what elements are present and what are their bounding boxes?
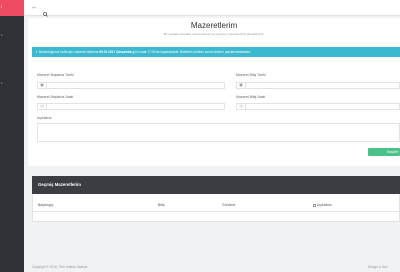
column-header-end[interactable]: Bitiş — [158, 203, 165, 207]
column-header-description[interactable]: Açıklama — [313, 203, 331, 207]
search-icon[interactable] — [43, 5, 48, 17]
sidebar-item-2[interactable]: li — [1, 81, 2, 85]
start-date-label: Mazeret Başlama Tarihi — [37, 73, 74, 77]
sidebar: i k li — [0, 0, 24, 272]
description-textarea[interactable] — [37, 123, 400, 142]
sidebar-item-1[interactable]: k — [1, 33, 3, 37]
topbar: ← — [24, 0, 400, 17]
alert-prefix: Bulunduğunuz hafta için mazeret eklenme — [39, 50, 99, 54]
brand-logo[interactable]: i — [0, 0, 24, 16]
start-date-field[interactable]: ▦ — [37, 82, 225, 89]
alert-date: 09.01.2017 Çarşamba — [99, 50, 132, 54]
brand-text: i — [1, 4, 2, 9]
calendar-icon: ▦ — [38, 83, 47, 88]
save-button[interactable]: Kaydet — [368, 148, 400, 156]
clock-icon: ◷ — [38, 104, 47, 109]
table-divider — [32, 211, 400, 212]
checkbox-icon — [313, 203, 316, 207]
end-time-label: Mazeret Bitiş Saati — [236, 95, 266, 99]
clock-icon: ◷ — [237, 104, 246, 109]
end-date-field[interactable]: ▦ — [236, 82, 400, 89]
end-time-field[interactable]: ◷ — [236, 103, 400, 110]
history-title: Geçmiş Mazeretlerim — [38, 182, 81, 187]
page-subtitle: Bu sayfada öncelikle mazeretlerinizi ve … — [163, 32, 265, 36]
end-date-label: Mazeret Bitiş Tarihi — [236, 73, 266, 77]
arrow-left-icon[interactable]: ← — [31, 4, 38, 11]
page-title: Mazeretlerim — [190, 21, 238, 30]
info-icon: ℹ — [36, 50, 39, 54]
footer-copyright: Copyright © 2016. Tüm Hakları Saklıdır. — [32, 265, 89, 269]
calendar-icon: ▦ — [237, 83, 246, 88]
column-header-type[interactable]: Gönüme — [222, 203, 235, 207]
info-alert: ℹ Bulunduğunuz hafta için mazeret eklenm… — [32, 47, 400, 57]
description-label: Açıklama — [37, 116, 52, 120]
alert-suffix: günü saat 17:00'da kapanacaktır. Belirti… — [132, 50, 251, 54]
history-panel-header — [32, 176, 400, 194]
footer-credit: Design & Dev — [368, 265, 388, 269]
main-card — [28, 18, 400, 166]
start-time-label: Mazeret Başlama Saati — [37, 95, 74, 99]
start-time-field[interactable]: ◷ — [37, 103, 225, 110]
column-header-start[interactable]: Başlangıç — [38, 203, 53, 207]
footer: Copyright © 2016. Tüm Hakları Saklıdır. … — [24, 262, 400, 272]
column-header-description-label: Açıklama — [317, 203, 332, 207]
